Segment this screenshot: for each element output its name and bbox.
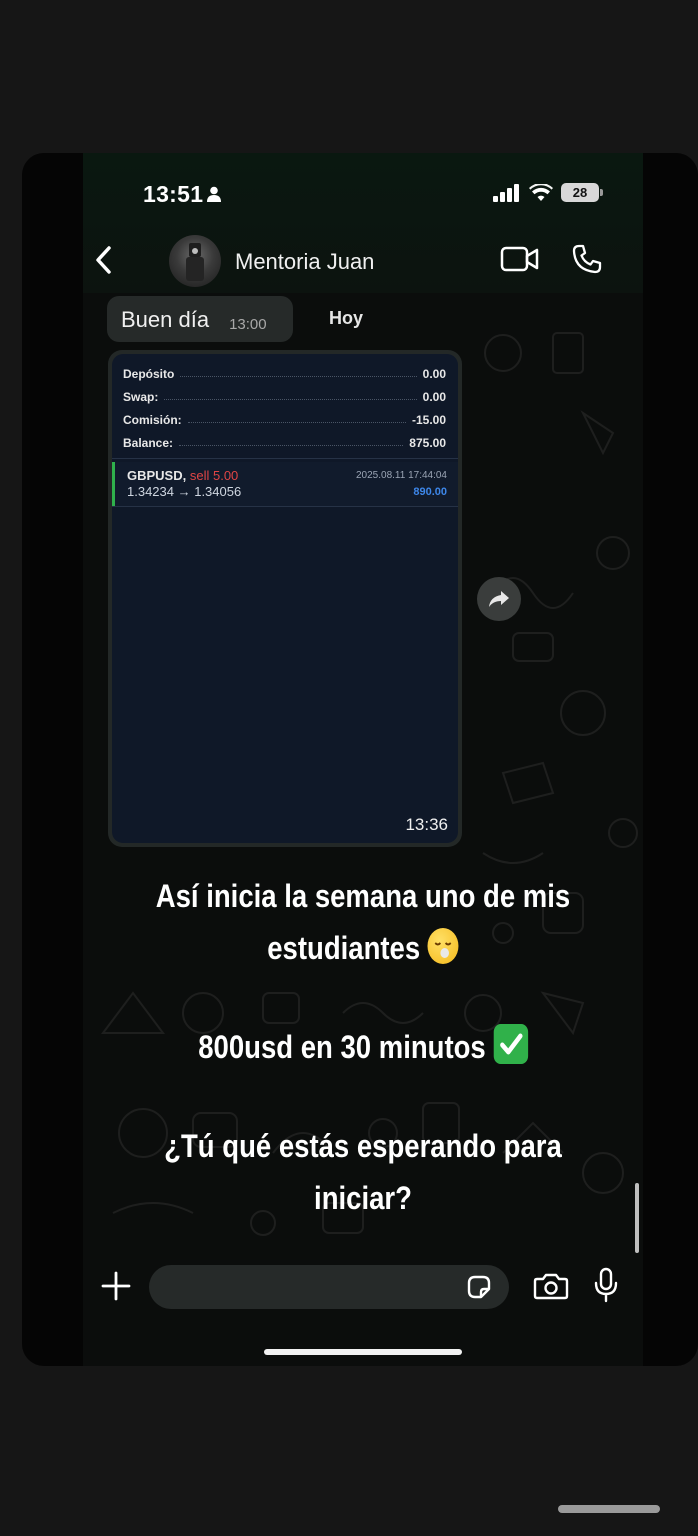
microphone-icon[interactable]	[593, 1267, 619, 1303]
message-input[interactable]	[149, 1265, 509, 1309]
back-chevron-icon[interactable]	[93, 245, 115, 275]
trade-side: sell 5.00	[189, 468, 239, 483]
caption-line: iniciar?	[314, 1180, 412, 1216]
status-indicators: 28	[493, 183, 603, 202]
trade-prices: 1.34234 → 1.34056	[127, 484, 242, 499]
message-timestamp: 13:00	[229, 316, 267, 333]
trade-datetime: 2025.08.11 17:44:04	[355, 470, 447, 481]
status-time: 13:51	[143, 181, 204, 207]
chat-screen: 13:51 28 Mentoria Juan Buen día 13:00 Ho…	[83, 153, 643, 1366]
camera-icon[interactable]	[533, 1271, 569, 1301]
person-icon	[207, 186, 221, 202]
avatar[interactable]	[169, 235, 221, 287]
caption-line: ¿Tú qué estás esperando para	[164, 1128, 562, 1164]
video-call-icon[interactable]	[500, 245, 540, 273]
sticker-icon[interactable]	[465, 1273, 493, 1301]
battery-icon: 28	[561, 183, 603, 202]
forward-icon	[489, 591, 509, 607]
trading-screenshot[interactable]: Depósito 0.00 Swap: 0.00 Comisión: -15.00 B…	[112, 354, 458, 843]
exhausted-face-emoji-icon	[427, 928, 459, 964]
home-indicator[interactable]	[264, 1349, 462, 1355]
trade-row: GBPUSD, sell 5.00 1.34234 → 1.34056 2025…	[112, 462, 458, 506]
contact-name[interactable]: Mentoria Juan	[235, 249, 374, 275]
message-text: Buen día	[121, 307, 210, 332]
outer-home-indicator[interactable]	[558, 1505, 660, 1513]
divider	[112, 458, 458, 459]
phone-call-icon[interactable]	[571, 243, 603, 275]
divider	[112, 506, 458, 507]
trade-symbol: GBPUSD, sell 5.00	[127, 468, 239, 483]
account-row: Depósito 0.00	[123, 367, 446, 381]
account-row: Balance: 875.00	[123, 436, 446, 450]
date-separator: Hoy	[329, 308, 364, 328]
account-row: Swap: 0.00	[123, 390, 446, 404]
image-message-bubble[interactable]: Depósito 0.00 Swap: 0.00 Comisión: -15.00 B…	[108, 350, 462, 847]
scrollbar[interactable]	[635, 1183, 639, 1253]
avatar-silhouette-icon	[186, 243, 204, 281]
check-mark-emoji-icon	[493, 1024, 528, 1064]
incoming-message-bubble[interactable]: Buen día 13:00	[107, 296, 293, 342]
wifi-icon	[529, 183, 553, 201]
account-row: Comisión: -15.00	[123, 413, 446, 427]
caption-line: 800usd en 30 minutos	[122, 1021, 604, 1073]
caption-line: Así inicia la semana uno de mis	[155, 878, 571, 914]
plus-icon[interactable]	[101, 1271, 131, 1301]
trade-profit: 890.00	[413, 486, 447, 498]
image-timestamp: 13:36	[405, 815, 448, 834]
caption-line: estudiantes	[122, 922, 604, 974]
signal-icon	[493, 183, 519, 202]
forward-button[interactable]	[477, 577, 521, 621]
